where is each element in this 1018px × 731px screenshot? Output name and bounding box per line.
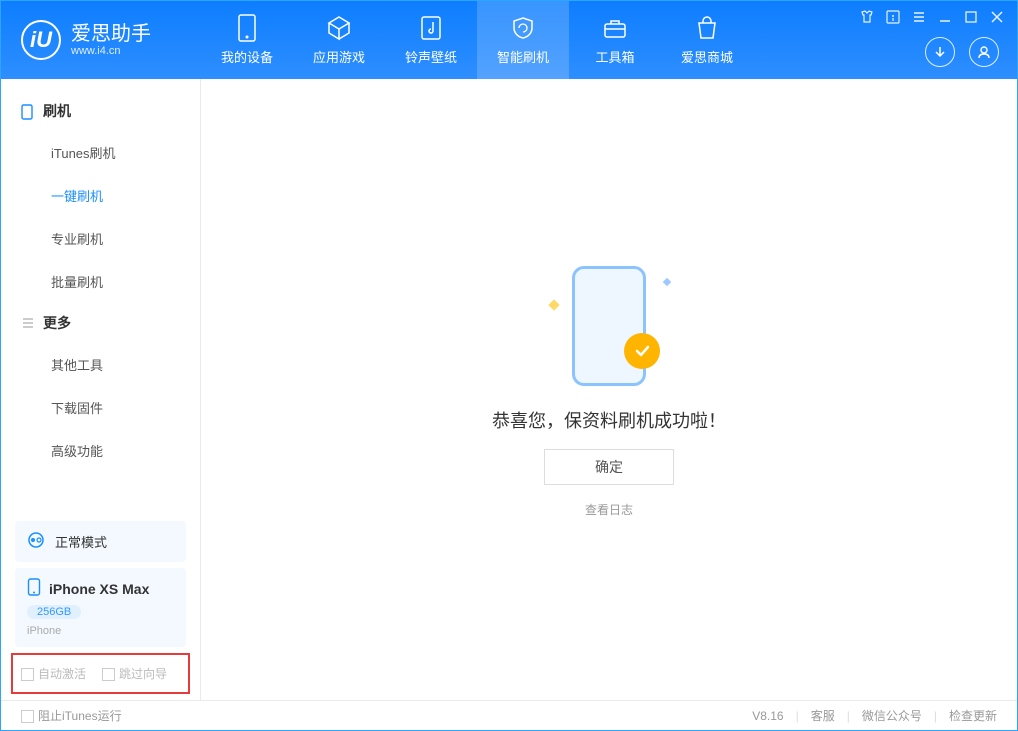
refresh-shield-icon [509,14,537,42]
block-itunes-checkbox[interactable]: 阻止iTunes运行 [21,707,122,724]
tab-label: 应用游戏 [313,47,365,66]
download-button[interactable] [925,37,955,67]
sidebar-item-other[interactable]: 其他工具 [1,343,200,386]
app-name: 爱思助手 [71,23,151,45]
main-content: 恭喜您，保资料刷机成功啦！ 确定 查看日志 [201,79,1017,700]
mode-card[interactable]: 正常模式 [15,521,186,562]
device-type: iPhone [27,625,61,637]
separator: | [796,709,799,723]
sidebar-item-oneclick[interactable]: 一键刷机 [1,174,200,217]
separator: | [847,709,850,723]
tshirt-icon[interactable] [859,9,875,25]
logo-area: iU 爱思助手 www.i4.cn [1,20,201,60]
phone-small-icon [27,578,41,599]
tab-label: 智能刷机 [497,47,549,66]
tab-label: 我的设备 [221,47,273,66]
skip-guide-checkbox[interactable]: 跳过向导 [102,665,167,682]
sidebar-item-firmware[interactable]: 下载固件 [1,386,200,429]
cube-icon [325,14,353,42]
update-link[interactable]: 检查更新 [949,707,997,724]
body: 刷机 iTunes刷机 一键刷机 专业刷机 批量刷机 更多 其他工具 下载固件 … [1,79,1017,700]
sidebar-item-itunes[interactable]: iTunes刷机 [1,131,200,174]
tab-toolbox[interactable]: 工具箱 [569,1,661,79]
app-url: www.i4.cn [71,45,151,57]
app-header: iU 爱思助手 www.i4.cn 我的设备 应用游戏 铃声壁纸 智能刷机 工具… [1,1,1017,79]
wechat-link[interactable]: 微信公众号 [862,707,922,724]
sidebar-item-batch[interactable]: 批量刷机 [1,260,200,303]
view-log-link[interactable]: 查看日志 [585,501,633,518]
sidebar-group-flash: 刷机 [1,91,200,131]
header-actions [925,37,999,67]
options-row: 自动激活 跳过向导 [11,653,190,694]
device-small-icon [21,104,35,118]
device-name-row: iPhone XS Max [27,578,149,599]
mode-icon [27,531,45,552]
minimize-icon[interactable] [937,9,953,25]
menu-icon[interactable] [911,9,927,25]
window-controls [859,9,1005,25]
sparkle-icon [548,299,559,310]
cb-label: 跳过向导 [119,667,167,681]
footer-right: V8.16 | 客服 | 微信公众号 | 检查更新 [752,707,997,724]
tab-apps[interactable]: 应用游戏 [293,1,385,79]
sidebar-group-more: 更多 [1,303,200,343]
device-card[interactable]: iPhone XS Max 256GB iPhone [15,568,186,647]
sidebar-bottom: 正常模式 iPhone XS Max 256GB iPhone 自动激活 跳过向… [1,515,200,700]
separator: | [934,709,937,723]
tab-label: 铃声壁纸 [405,47,457,66]
sidebar-item-pro[interactable]: 专业刷机 [1,217,200,260]
maximize-icon[interactable] [963,9,979,25]
tab-label: 爱思商城 [681,47,733,66]
main-tabs: 我的设备 应用游戏 铃声壁纸 智能刷机 工具箱 爱思商城 [201,1,753,79]
support-link[interactable]: 客服 [811,707,835,724]
sparkle-icon [663,278,671,286]
storage-badge: 256GB [27,605,81,619]
music-file-icon [417,14,445,42]
tab-flash[interactable]: 智能刷机 [477,1,569,79]
phone-illustration-icon [572,266,646,386]
auto-activate-checkbox[interactable]: 自动激活 [21,665,86,682]
bag-icon [693,14,721,42]
cb-label: 阻止iTunes运行 [38,709,122,723]
version-label: V8.16 [752,709,783,723]
close-icon[interactable] [989,9,1005,25]
side-nav: 刷机 iTunes刷机 一键刷机 专业刷机 批量刷机 更多 其他工具 下载固件 … [1,79,200,515]
tab-my-device[interactable]: 我的设备 [201,1,293,79]
tab-store[interactable]: 爱思商城 [661,1,753,79]
feedback-icon[interactable] [885,9,901,25]
device-name: iPhone XS Max [49,581,149,597]
tab-label: 工具箱 [595,47,634,66]
footer: 阻止iTunes运行 V8.16 | 客服 | 微信公众号 | 检查更新 [1,700,1017,730]
cb-label: 自动激活 [38,667,86,681]
group-title: 刷机 [43,101,71,121]
sidebar-item-advanced[interactable]: 高级功能 [1,429,200,472]
sidebar: 刷机 iTunes刷机 一键刷机 专业刷机 批量刷机 更多 其他工具 下载固件 … [1,79,201,700]
footer-left: 阻止iTunes运行 [21,707,752,724]
mode-label: 正常模式 [55,532,107,551]
group-title: 更多 [43,313,71,333]
logo-text: 爱思助手 www.i4.cn [71,23,151,57]
tab-ringtone[interactable]: 铃声壁纸 [385,1,477,79]
toolbox-icon [601,14,629,42]
check-circle-icon [624,333,660,369]
ok-button[interactable]: 确定 [544,449,674,485]
success-message: 恭喜您，保资料刷机成功啦！ [492,407,726,433]
list-small-icon [21,316,35,330]
success-illustration [544,261,674,391]
phone-icon [233,14,261,42]
user-button[interactable] [969,37,999,67]
logo-icon: iU [21,20,61,60]
